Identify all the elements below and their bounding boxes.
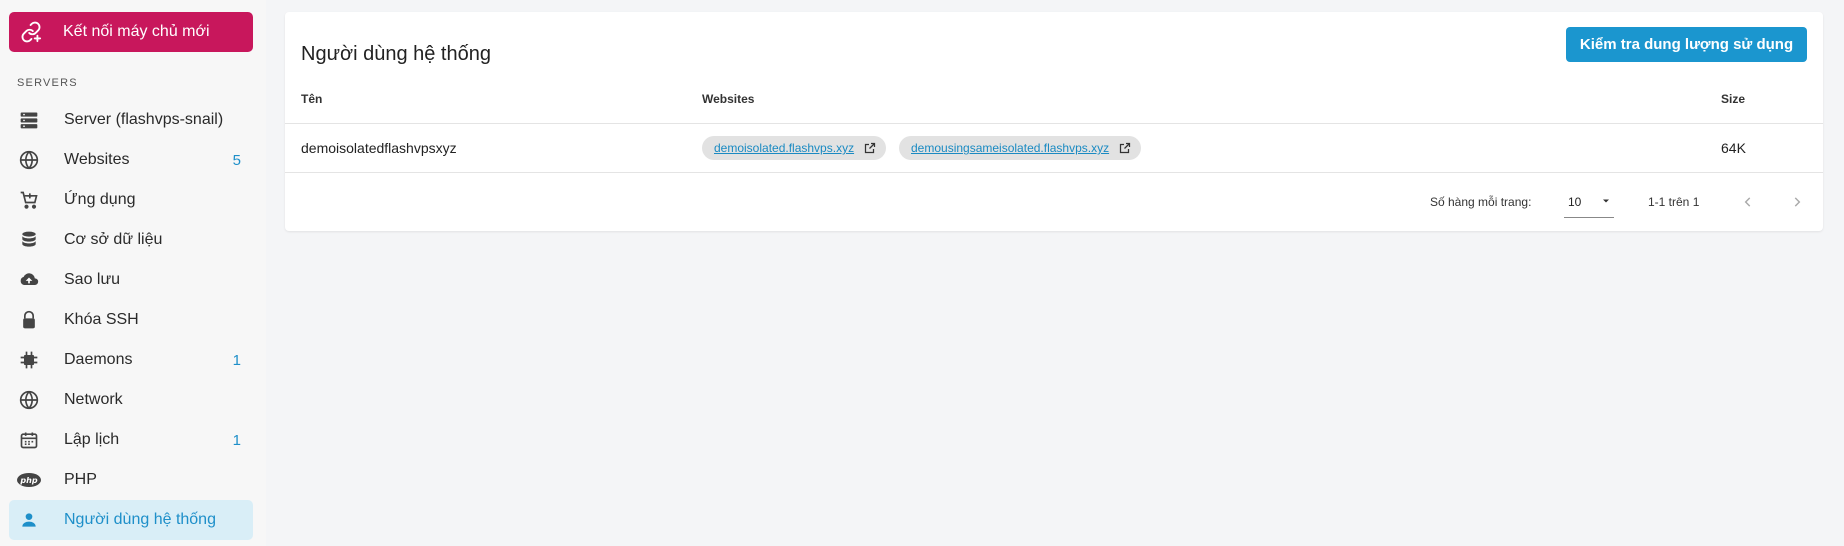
connect-new-server-label: Kết nối máy chủ mới bbox=[63, 23, 210, 40]
caret-down-icon bbox=[1600, 195, 1612, 210]
external-link-icon[interactable] bbox=[863, 142, 876, 155]
chevron-left-icon bbox=[1744, 197, 1751, 207]
cell-size: 64K bbox=[1721, 140, 1746, 156]
count-badge: 1 bbox=[232, 351, 241, 369]
sidebar-item-label: Lập lịch bbox=[64, 431, 120, 448]
sidebar-item-label: Daemons bbox=[64, 351, 133, 368]
system-users-card: Người dùng hệ thống Kiểm tra dung lượng … bbox=[285, 12, 1823, 231]
count-badge: 1 bbox=[232, 431, 241, 449]
cloud-upload-icon bbox=[17, 268, 41, 292]
connect-new-server-button[interactable]: Kết nối máy chủ mới bbox=[9, 12, 253, 52]
chevron-right-icon bbox=[1794, 197, 1801, 207]
row-divider bbox=[285, 172, 1823, 173]
section-label-servers: SERVERS bbox=[17, 77, 78, 89]
link-plus-icon bbox=[19, 20, 43, 44]
lock-icon bbox=[17, 308, 41, 332]
chip-icon bbox=[17, 348, 41, 372]
calendar-icon bbox=[17, 428, 41, 452]
person-icon bbox=[17, 508, 41, 532]
svg-text:php: php bbox=[19, 476, 37, 485]
server-icon bbox=[17, 108, 41, 132]
sidebar-item-label: Người dùng hệ thống bbox=[64, 511, 216, 528]
website-link[interactable]: demoisolated.flashvps.xyz bbox=[714, 141, 854, 155]
header-divider bbox=[285, 123, 1823, 124]
website-chip[interactable]: demousingsameisolated.flashvps.xyz bbox=[899, 136, 1142, 160]
sidebar-item-backups[interactable]: Sao lưu bbox=[9, 260, 253, 300]
sidebar: Kết nối máy chủ mới SERVERS Server (flas… bbox=[0, 0, 266, 546]
sidebar-item-php[interactable]: php PHP bbox=[9, 460, 253, 500]
sidebar-item-label: Network bbox=[64, 391, 123, 408]
sidebar-item-label: Ứng dụng bbox=[64, 191, 136, 208]
sidebar-item-ssh-keys[interactable]: Khóa SSH bbox=[9, 300, 253, 340]
sidebar-item-system-users[interactable]: Người dùng hệ thống bbox=[9, 500, 253, 540]
sidebar-item-label: Server (flashvps-snail) bbox=[64, 111, 224, 128]
external-link-icon[interactable] bbox=[1118, 142, 1131, 155]
next-page-button[interactable] bbox=[1786, 191, 1808, 213]
previous-page-button[interactable] bbox=[1737, 191, 1759, 213]
sidebar-item-label: Sao lưu bbox=[64, 271, 121, 288]
sidebar-nav: Server (flashvps-snail) Websites 5 Ứng d… bbox=[9, 100, 253, 540]
cart-icon bbox=[17, 188, 41, 212]
database-icon bbox=[17, 228, 41, 252]
sidebar-item-label: Websites bbox=[64, 151, 130, 168]
sidebar-item-daemons[interactable]: Daemons 1 bbox=[9, 340, 253, 380]
sidebar-item-network[interactable]: Network bbox=[9, 380, 253, 420]
sidebar-item-databases[interactable]: Cơ sở dữ liệu bbox=[9, 220, 253, 260]
column-header-name[interactable]: Tên bbox=[301, 92, 322, 106]
website-link[interactable]: demousingsameisolated.flashvps.xyz bbox=[911, 141, 1109, 155]
php-icon: php bbox=[17, 468, 41, 492]
count-badge: 5 bbox=[232, 151, 241, 169]
sidebar-item-server[interactable]: Server (flashvps-snail) bbox=[9, 100, 253, 140]
rows-per-page-value: 10 bbox=[1568, 195, 1582, 209]
sidebar-item-label: Khóa SSH bbox=[64, 311, 139, 328]
rows-per-page-label: Số hàng mỗi trang: bbox=[1430, 195, 1532, 209]
website-chip[interactable]: demoisolated.flashvps.xyz bbox=[702, 136, 887, 160]
column-header-websites[interactable]: Websites bbox=[702, 92, 754, 106]
rows-per-page-select[interactable]: 10 bbox=[1564, 190, 1614, 218]
check-usage-button[interactable]: Kiểm tra dung lượng sử dụng bbox=[1566, 27, 1807, 62]
sidebar-item-label: PHP bbox=[64, 471, 97, 488]
globe-icon bbox=[17, 388, 41, 412]
sidebar-item-apps[interactable]: Ứng dụng bbox=[9, 180, 253, 220]
column-header-size[interactable]: Size bbox=[1721, 92, 1745, 106]
cell-name: demoisolatedflashvpsxyz bbox=[301, 140, 457, 156]
sidebar-item-websites[interactable]: Websites 5 bbox=[9, 140, 253, 180]
page-title: Người dùng hệ thống bbox=[301, 43, 491, 65]
sidebar-item-schedule[interactable]: Lập lịch 1 bbox=[9, 420, 253, 460]
globe-icon bbox=[17, 148, 41, 172]
pagination-range: 1-1 trên 1 bbox=[1648, 195, 1700, 209]
sidebar-item-label: Cơ sở dữ liệu bbox=[64, 231, 163, 248]
